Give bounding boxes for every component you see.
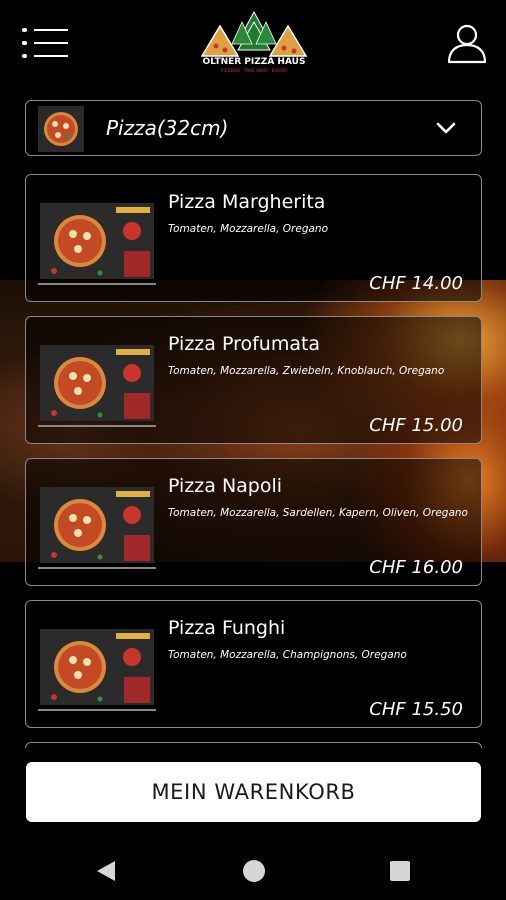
- item-name: Pizza Napoli: [168, 475, 283, 497]
- menu-item-funghi[interactable]: Pizza Funghi Tomaten, Mozzarella, Champi…: [25, 600, 482, 728]
- back-icon[interactable]: [95, 859, 117, 883]
- item-description: Tomaten, Mozzarella, Sardellen, Kapern, …: [168, 507, 468, 519]
- item-name: Pizza Margherita: [168, 191, 326, 213]
- user-account-icon[interactable]: [446, 22, 488, 64]
- item-description: Tomaten, Mozzarella, Champignons, Oregan…: [168, 649, 407, 661]
- chevron-down-icon: [436, 122, 456, 134]
- menu-item-margherita[interactable]: Pizza Margherita Tomaten, Mozzarella, Or…: [25, 174, 482, 302]
- hamburger-menu-icon[interactable]: [22, 26, 68, 60]
- item-description: Tomaten, Mozzarella, Oregano: [168, 223, 328, 235]
- pizza-photo: [40, 487, 154, 563]
- item-price: CHF 16.00: [369, 557, 463, 578]
- logo-title: OLTNER PIZZA HAUS: [203, 57, 306, 67]
- oltner-pizza-haus-logo[interactable]: OLTNER PIZZA HAUS PIZZERIA · TAKE AWAY ·…: [198, 8, 310, 74]
- pizza-photo: [40, 203, 154, 279]
- pizza-category-thumbnail: [38, 106, 84, 152]
- photo-divider: [38, 283, 156, 285]
- item-name: Pizza Profumata: [168, 333, 321, 355]
- item-price: CHF 15.00: [369, 415, 463, 436]
- recent-apps-icon[interactable]: [390, 861, 410, 881]
- item-price: CHF 15.50: [369, 699, 463, 720]
- pizza-photo: [40, 629, 154, 705]
- home-icon[interactable]: [243, 860, 265, 882]
- logo-tagline: PIZZERIA · TAKE AWAY · KURIER: [221, 68, 287, 73]
- menu-item-next-partial[interactable]: [25, 742, 482, 748]
- app-header: OLTNER PIZZA HAUS PIZZERIA · TAKE AWAY ·…: [0, 0, 506, 92]
- pizza-photo: [40, 345, 154, 421]
- photo-divider: [38, 425, 156, 427]
- selected-category: Pizza(32cm): [106, 116, 229, 140]
- menu-item-profumata[interactable]: Pizza Profumata Tomaten, Mozzarella, Zwi…: [25, 316, 482, 444]
- cart-button-label: MEIN WARENKORB: [151, 780, 356, 804]
- menu-item-napoli[interactable]: Pizza Napoli Tomaten, Mozzarella, Sardel…: [25, 458, 482, 586]
- item-description: Tomaten, Mozzarella, Zwiebeln, Knoblauch…: [168, 365, 445, 377]
- cart-button[interactable]: MEIN WARENKORB: [26, 762, 481, 822]
- item-price: CHF 14.00: [369, 273, 463, 294]
- category-dropdown[interactable]: Pizza(32cm): [25, 100, 482, 156]
- menu-item-list[interactable]: Pizza Margherita Tomaten, Mozzarella, Or…: [25, 174, 482, 748]
- system-nav-bar: [0, 842, 506, 900]
- item-name: Pizza Funghi: [168, 617, 286, 639]
- photo-divider: [38, 709, 156, 711]
- photo-divider: [38, 567, 156, 569]
